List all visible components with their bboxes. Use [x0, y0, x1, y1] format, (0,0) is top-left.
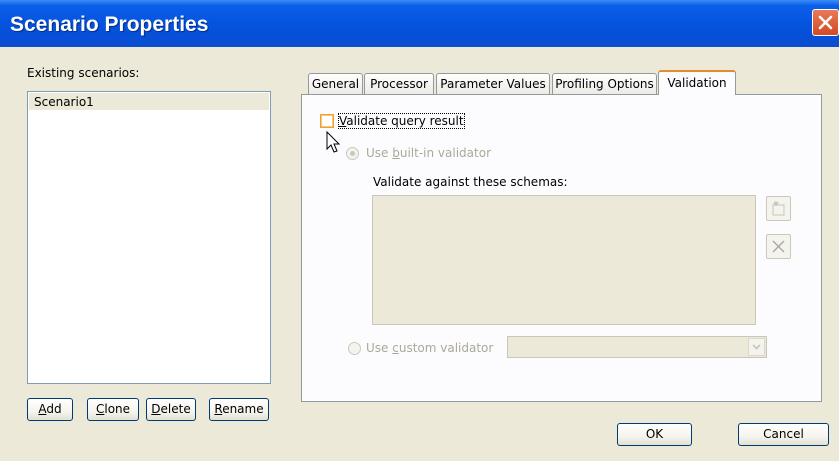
tab-general[interactable]: General [308, 73, 363, 94]
remove-schema-button[interactable] [766, 234, 791, 259]
add-button[interactable]: Add [27, 398, 73, 421]
schemas-label: Validate against these schemas: [373, 175, 568, 189]
builtin-validator-radio[interactable] [346, 147, 359, 160]
custom-validator-combo[interactable] [507, 336, 767, 358]
validate-query-label[interactable]: Validate query result [338, 113, 465, 129]
scenarios-list[interactable]: Scenario1 [27, 91, 271, 384]
window-title: Scenario Properties [10, 13, 209, 36]
list-item-label: Scenario1 [34, 95, 94, 109]
title-bar[interactable]: Scenario Properties [0, 0, 839, 47]
remove-icon [772, 240, 785, 253]
custom-validator-radio[interactable] [348, 342, 361, 355]
tab-validation[interactable]: Validation [658, 70, 736, 95]
new-schema-icon [772, 201, 785, 216]
combo-dropdown-button[interactable] [748, 338, 765, 356]
custom-validator-label: Use custom validator [366, 341, 494, 355]
rename-button[interactable]: Rename [209, 398, 269, 421]
tab-parameter-values[interactable]: Parameter Values [436, 73, 550, 94]
builtin-validator-label: Use built-in validator [366, 146, 491, 160]
cancel-button[interactable]: Cancel [738, 423, 829, 446]
add-schema-button[interactable] [766, 196, 791, 221]
ok-button[interactable]: OK [617, 423, 692, 446]
radio-selected-dot [350, 151, 355, 156]
chevron-down-icon [752, 344, 761, 350]
list-item[interactable]: Scenario1 [29, 93, 269, 110]
close-icon [818, 15, 833, 30]
existing-scenarios-label: Existing scenarios: [27, 66, 140, 80]
tab-profiling-options[interactable]: Profiling Options [552, 73, 657, 94]
clone-button[interactable]: Clone [87, 398, 139, 421]
mouse-cursor-icon [326, 131, 341, 153]
validate-query-checkbox[interactable] [320, 114, 334, 128]
close-button[interactable] [812, 9, 839, 36]
scenario-properties-dialog: Scenario Properties Existing scenarios: … [0, 0, 839, 461]
tab-processor[interactable]: Processor [364, 73, 434, 94]
schemas-list[interactable] [372, 195, 756, 325]
delete-button[interactable]: Delete [146, 398, 196, 421]
